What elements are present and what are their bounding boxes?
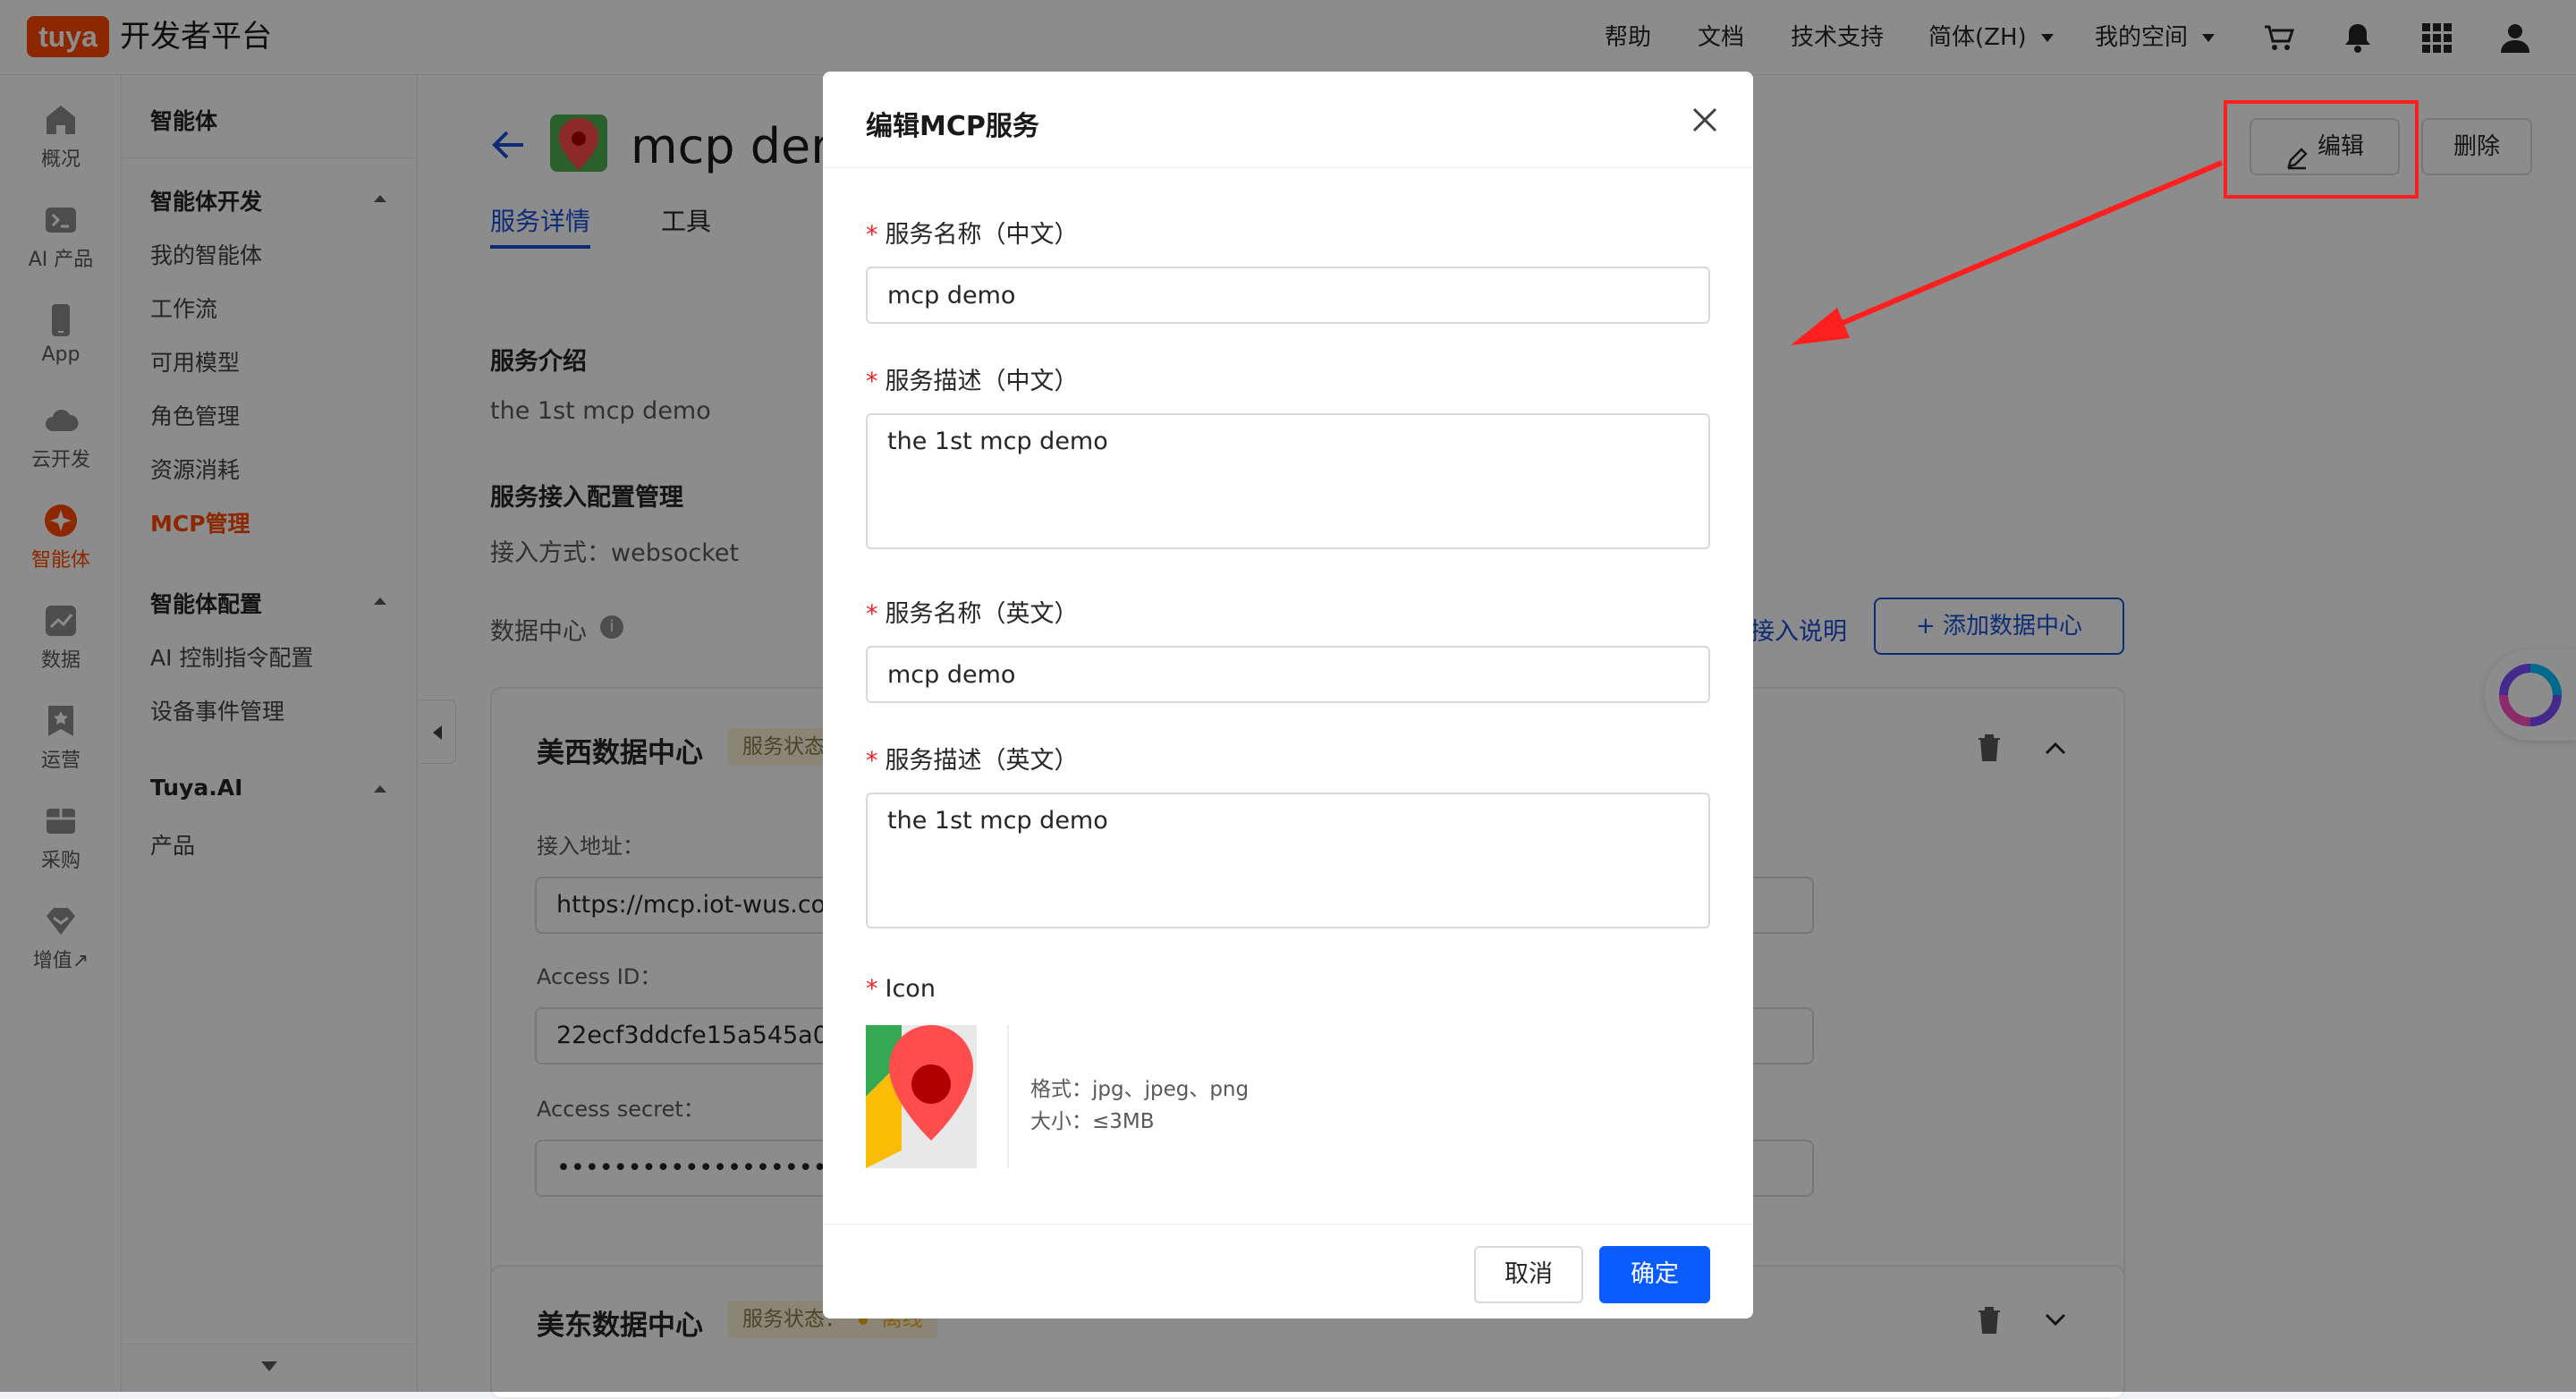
label-text: 服务名称（英文） <box>885 600 1079 628</box>
label-text: Icon <box>885 975 936 1003</box>
icon-label: * Icon <box>866 975 936 1003</box>
required-mark: * <box>866 600 878 628</box>
confirm-button[interactable]: 确定 <box>1599 1246 1710 1303</box>
name-zh-input[interactable] <box>866 267 1710 324</box>
modal-title: 编辑MCP服务 <box>866 111 1039 142</box>
map-pin-icon <box>866 1025 1007 1168</box>
name-en-label: * 服务名称（英文） <box>866 594 1079 629</box>
format-hint: 格式：jpg、jpeg、png <box>1030 1078 1250 1101</box>
modal-header: 编辑MCP服务 <box>823 72 1753 168</box>
edit-mcp-modal: 编辑MCP服务 *服务名称（中文） *服务描述（中文） the 1st mcp … <box>823 72 1753 1318</box>
label-text: 服务描述（中文） <box>885 368 1079 395</box>
size-hint: 大小：≤3MB <box>1030 1110 1155 1133</box>
name-zh-label: * 服务名称（中文） <box>866 215 1079 250</box>
desc-en-textarea[interactable]: the 1st mcp demo <box>866 793 1710 928</box>
required-mark: * <box>866 368 878 395</box>
required-mark: * <box>866 747 878 775</box>
close-icon[interactable] <box>1689 104 1721 136</box>
label-text: 服务描述（英文） <box>885 747 1079 775</box>
modal-footer: 取消 确定 <box>823 1224 1753 1318</box>
desc-en-label: * 服务描述（英文） <box>866 741 1079 776</box>
required-mark: * <box>866 975 878 1003</box>
name-en-input[interactable] <box>866 646 1710 703</box>
required-mark: * <box>866 221 878 249</box>
desc-zh-textarea[interactable]: the 1st mcp demo <box>866 413 1710 549</box>
annotation-highlight-box <box>2224 100 2419 199</box>
label-text: 服务名称（中文） <box>885 221 1079 249</box>
cancel-button[interactable]: 取消 <box>1474 1246 1583 1303</box>
icon-upload[interactable] <box>866 1025 1009 1168</box>
desc-zh-label: * 服务描述（中文） <box>866 361 1079 396</box>
